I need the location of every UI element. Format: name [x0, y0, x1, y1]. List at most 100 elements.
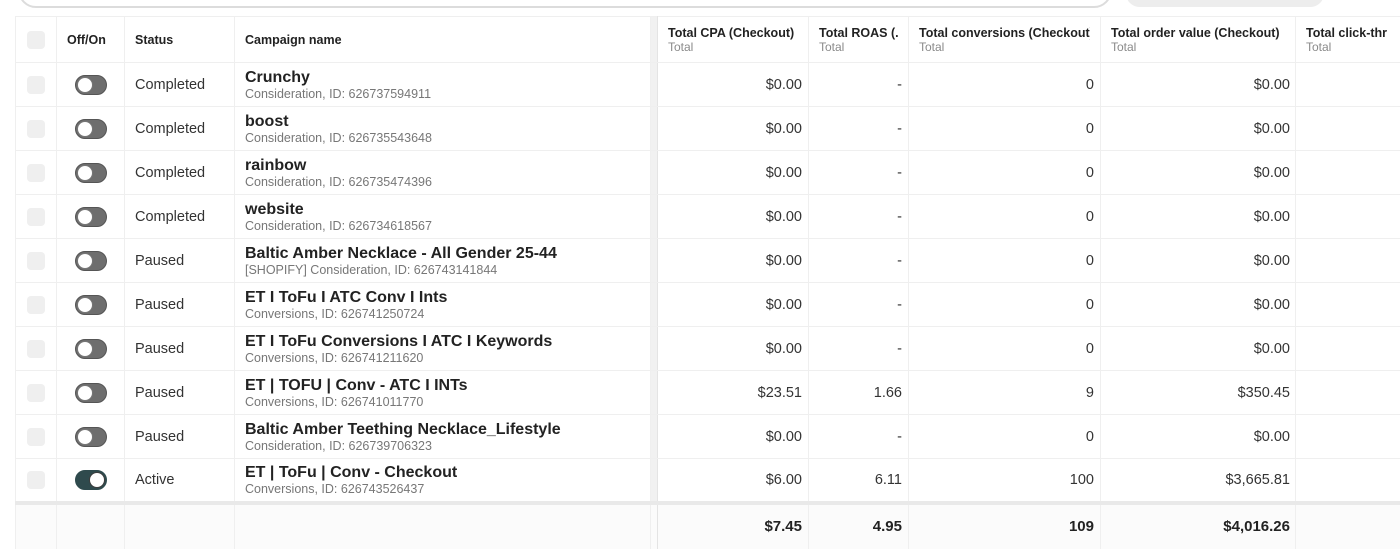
row-checkbox[interactable]	[27, 339, 45, 358]
order-value: $0.00	[1100, 326, 1296, 371]
campaign-name-link[interactable]: ET | ToFu | Conv - Checkout	[245, 464, 640, 482]
row-checkbox[interactable]	[27, 470, 45, 489]
campaign-row[interactable]: Completed rainbow Consideration, ID: 62673…	[15, 150, 1400, 195]
order-value: $350.45	[1100, 370, 1296, 415]
campaign-name-cell[interactable]: Crunchy Consideration, ID: 626737594911	[234, 62, 651, 107]
order-value: $0.00	[1100, 194, 1296, 239]
campaign-row[interactable]: Paused Baltic Amber Necklace - All Gender…	[15, 238, 1400, 283]
campaign-toggle[interactable]	[74, 338, 107, 359]
frozen-column-divider[interactable]	[650, 16, 658, 63]
status-text: Completed	[124, 194, 235, 239]
campaign-name-link[interactable]: Crunchy	[245, 69, 640, 87]
campaign-name-cell[interactable]: ET | TOFU | Conv - ATC I INTs Conversions…	[234, 370, 651, 415]
row-select-cell	[15, 414, 57, 459]
campaign-row[interactable]: Paused ET I ToFu I ATC Conv I Ints Convers…	[15, 282, 1400, 327]
campaign-name-cell[interactable]: ET I ToFu I ATC Conv I Ints Conversions, …	[234, 282, 651, 327]
campaign-row[interactable]: Completed website Consideration, ID: 62673…	[15, 194, 1400, 239]
total-conversions: 109	[908, 502, 1101, 549]
campaign-row[interactable]: Paused ET I ToFu Conversions I ATC I Keyw…	[15, 326, 1400, 371]
toggle-knob	[76, 208, 93, 225]
campaign-row[interactable]: Completed boost Consideration, ID: 6267355…	[15, 106, 1400, 151]
campaign-name-link[interactable]: ET | TOFU | Conv - ATC I INTs	[245, 377, 640, 395]
row-checkbox[interactable]	[27, 251, 45, 270]
campaign-name-cell[interactable]: Baltic Amber Necklace - All Gender 25-44…	[234, 238, 651, 283]
click-through-value	[1295, 282, 1400, 327]
campaign-name-link[interactable]: boost	[245, 113, 640, 131]
column-header-cpa[interactable]: Total CPA (Checkout) Total	[657, 16, 809, 63]
campaign-name-cell[interactable]: ET | ToFu | Conv - Checkout Conversions, …	[234, 458, 651, 505]
campaign-name-cell[interactable]: website Consideration, ID: 626734618567	[234, 194, 651, 239]
row-checkbox[interactable]	[27, 119, 45, 138]
conversions-value: 0	[908, 194, 1101, 239]
row-checkbox[interactable]	[27, 427, 45, 446]
campaign-toggle[interactable]	[74, 118, 107, 139]
row-checkbox[interactable]	[27, 75, 45, 94]
campaign-row[interactable]: Paused ET | TOFU | Conv - ATC I INTs Conve…	[15, 370, 1400, 415]
campaign-toggle[interactable]	[74, 162, 107, 183]
conversions-value: 0	[908, 106, 1101, 151]
campaign-toggle[interactable]	[74, 74, 107, 95]
filter-pill-button[interactable]	[1126, 0, 1324, 7]
column-header-conversions[interactable]: Total conversions (Checkout) Total	[908, 16, 1101, 63]
row-checkbox[interactable]	[27, 295, 45, 314]
row-checkbox[interactable]	[27, 207, 45, 226]
roas-value: -	[808, 106, 909, 151]
row-select-cell	[15, 150, 57, 195]
total-click-through	[1295, 502, 1400, 549]
campaign-row[interactable]: Completed Crunchy Consideration, ID: 62673…	[15, 62, 1400, 107]
campaign-name-link[interactable]: website	[245, 201, 640, 219]
campaign-meta: [SHOPIFY] Consideration, ID: 62674314184…	[245, 262, 498, 277]
toggle-knob	[76, 296, 93, 313]
roas-value: -	[808, 282, 909, 327]
campaign-name-link[interactable]: ET I ToFu I ATC Conv I Ints	[245, 289, 640, 307]
campaign-name-cell[interactable]: ET I ToFu Conversions I ATC I Keywords Co…	[234, 326, 651, 371]
totals-empty-cell	[234, 502, 651, 549]
column-header-roas[interactable]: Total ROAS (... Total	[808, 16, 909, 63]
campaign-meta: Consideration, ID: 626734618567	[245, 218, 432, 233]
column-header-click-through[interactable]: Total click-thr Total	[1295, 16, 1400, 63]
row-checkbox[interactable]	[27, 383, 45, 402]
campaign-toggle[interactable]	[74, 426, 107, 447]
click-through-value	[1295, 238, 1400, 283]
row-select-cell	[15, 370, 57, 415]
conversions-value: 0	[908, 326, 1101, 371]
cpa-value: $0.00	[657, 106, 809, 151]
select-all-checkbox[interactable]	[27, 30, 45, 49]
click-through-value	[1295, 458, 1400, 505]
campaign-toggle[interactable]	[74, 250, 107, 271]
click-through-value	[1295, 370, 1400, 415]
frozen-column-divider	[650, 326, 658, 371]
conversions-value: 9	[908, 370, 1101, 415]
campaign-toggle[interactable]	[74, 382, 107, 403]
select-all-cell	[15, 16, 57, 63]
toggle-cell	[56, 194, 125, 239]
row-checkbox[interactable]	[27, 163, 45, 182]
column-title: Total conversions (Checkout)	[919, 25, 1090, 40]
conversions-value: 0	[908, 62, 1101, 107]
column-header-toggle[interactable]: Off/On	[56, 16, 125, 63]
campaign-name-link[interactable]: Baltic Amber Teething Necklace_Lifestyle	[245, 421, 640, 439]
toggle-cell	[56, 370, 125, 415]
campaign-name-link[interactable]: rainbow	[245, 157, 640, 175]
status-text: Active	[124, 458, 235, 505]
campaign-name-cell[interactable]: Baltic Amber Teething Necklace_Lifestyle…	[234, 414, 651, 459]
campaign-name-cell[interactable]: rainbow Consideration, ID: 626735474396	[234, 150, 651, 195]
campaign-row[interactable]: Active ET | ToFu | Conv - Checkout Convers…	[15, 458, 1400, 505]
campaign-meta: Consideration, ID: 626735474396	[245, 174, 432, 189]
campaign-toggle[interactable]	[74, 206, 107, 227]
campaign-name-link[interactable]: ET I ToFu Conversions I ATC I Keywords	[245, 333, 640, 351]
campaign-row[interactable]: Paused Baltic Amber Teething Necklace_Lif…	[15, 414, 1400, 459]
campaign-name-link[interactable]: Baltic Amber Necklace - All Gender 25-44	[245, 245, 640, 263]
campaign-name-cell[interactable]: boost Consideration, ID: 626735543648	[234, 106, 651, 151]
column-header-status[interactable]: Status	[124, 16, 235, 63]
column-header-campaign-name[interactable]: Campaign name	[234, 16, 651, 63]
row-select-cell	[15, 106, 57, 151]
campaign-toggle[interactable]	[74, 294, 107, 315]
campaign-toggle[interactable]	[74, 469, 107, 490]
conversions-value: 0	[908, 282, 1101, 327]
campaign-meta: Conversions, ID: 626741011770	[245, 394, 424, 409]
column-title: Total click-thr	[1306, 25, 1388, 40]
column-title: Total ROAS (...	[819, 25, 898, 40]
search-bar[interactable]	[18, 0, 1112, 8]
column-header-order-value[interactable]: Total order value (Checkout) Total	[1100, 16, 1296, 63]
